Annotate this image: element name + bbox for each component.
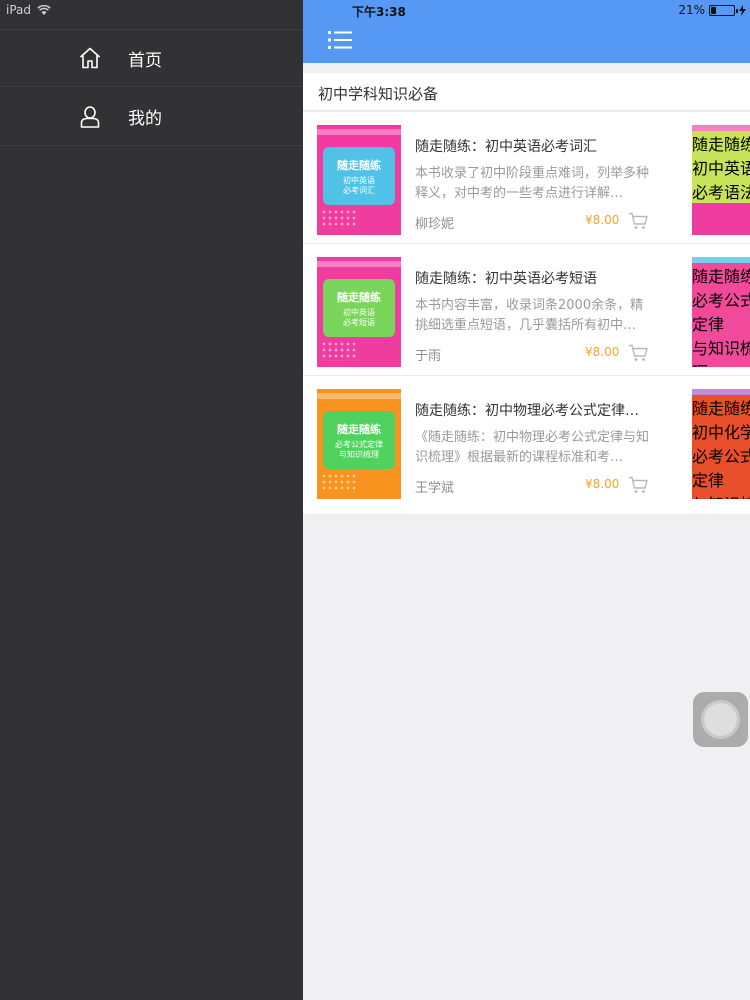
cover-subtitle: 初中化学必考公式定律与知识梳理 bbox=[692, 423, 750, 499]
book-price: ¥8.00 bbox=[585, 345, 620, 359]
cover-title-block: 随走随练初中化学必考公式定律与知识梳理 bbox=[692, 395, 750, 499]
status-time: 下午3:38 bbox=[352, 5, 406, 19]
menu-item-label: 首页 bbox=[128, 50, 162, 71]
book-title[interactable]: 随走随练：初中物理必考公式定律… bbox=[415, 400, 655, 420]
battery-percent: 21% bbox=[678, 3, 705, 17]
cover-subtitle: 初中英语 必考语法 bbox=[692, 159, 750, 202]
book-row[interactable]: 随走随练初中英语 必考词汇 随走随练：初中英语必考词汇 本书收录了初中阶段重点难词… bbox=[303, 112, 750, 244]
cover-subtitle: 必考公式定律与知识梳理 bbox=[335, 439, 383, 459]
cover-subtitle: 初中英语 必考词汇 bbox=[343, 175, 375, 195]
side-menu: 首页 我的 bbox=[0, 0, 303, 1000]
status-bar: iPad 下午3:38 21% bbox=[0, 0, 750, 22]
cart-icon[interactable] bbox=[628, 344, 648, 362]
section-title: 初中学科知识必备 bbox=[318, 85, 439, 103]
book-description: 《随走随练：初中物理必考公式定律与知识梳理》根据最新的课程标准和考… bbox=[415, 430, 649, 465]
book-price: ¥8.00 bbox=[585, 477, 620, 491]
book-author: 王学斌 bbox=[415, 481, 455, 496]
cover-title: 随走随练 bbox=[692, 135, 750, 154]
status-right: 21% bbox=[678, 3, 746, 17]
book-author: 于雨 bbox=[415, 349, 442, 364]
book-cover[interactable]: 随走随练初中英语 必考短语 bbox=[317, 257, 401, 367]
main-panel: 初中学科知识必备 随走随练 初中英语 必考词汇 随走随练：初中英语必考词汇 本书收录… bbox=[303, 0, 750, 1000]
cover-title-block: 随走随练必考公式定律与知识梳理 bbox=[692, 263, 750, 367]
charging-bolt-icon bbox=[739, 4, 746, 16]
book-author: 柳珍妮 bbox=[415, 217, 455, 232]
cover-title-block: 随走随练必考公式定律与知识梳理 bbox=[323, 411, 395, 469]
cover-title: 随走随练 bbox=[692, 267, 750, 286]
battery-fill bbox=[711, 6, 716, 14]
book-cover[interactable]: 随走随练必考公式定律 与知识梳理 bbox=[317, 389, 401, 499]
cover-title-block: 随走随练初中英语 必考语法 bbox=[692, 131, 750, 203]
wifi-icon bbox=[37, 4, 51, 15]
menu-item-mine[interactable]: 我的 bbox=[0, 88, 303, 146]
book-row[interactable]: 随走随练必考公式定律 与知识梳理 随走随练：初中物理必考公式定律… 《随走随练：初… bbox=[303, 376, 750, 514]
cover-subtitle: 必考公式定律与知识梳理 bbox=[692, 291, 750, 367]
cover-top-band bbox=[317, 129, 401, 135]
cover-title: 随走随练 bbox=[337, 158, 381, 172]
cart-icon[interactable] bbox=[628, 212, 648, 230]
book-cover[interactable]: 随走随练初中英语 必考词汇 bbox=[317, 125, 401, 235]
assistive-touch-button[interactable] bbox=[693, 692, 748, 747]
book-title[interactable]: 随走随练：初中英语必考词汇 bbox=[415, 136, 655, 156]
device-label: iPad bbox=[6, 3, 32, 17]
cover-title-block: 随走随练初中英语 必考短语 bbox=[323, 279, 395, 337]
home-icon bbox=[79, 47, 101, 69]
assistive-touch-ring bbox=[704, 703, 737, 736]
book-cover-next[interactable]: 随走随练必考公式定律与知识梳理 bbox=[692, 257, 750, 367]
status-left: iPad bbox=[6, 3, 51, 17]
book-title[interactable]: 随走随练：初中英语必考短语 bbox=[415, 268, 655, 288]
book-row[interactable]: 随走随练初中英语 必考短语 随走随练：初中英语必考短语 本书内容丰富，收录词条20… bbox=[303, 244, 750, 376]
section-header: 初中学科知识必备 bbox=[303, 73, 750, 111]
user-icon bbox=[80, 105, 100, 128]
cover-top-band bbox=[317, 261, 401, 267]
book-cover-next[interactable]: 随走随练初中英语 必考语法 bbox=[692, 125, 750, 235]
book-price: ¥8.00 bbox=[585, 213, 620, 227]
menu-item-label: 我的 bbox=[128, 109, 162, 129]
cover-title: 随走随练 bbox=[692, 399, 750, 418]
list-menu-icon[interactable] bbox=[328, 29, 352, 51]
cover-pattern bbox=[321, 209, 357, 229]
book-cover-next[interactable]: 随走随练初中化学必考公式定律与知识梳理 bbox=[692, 389, 750, 499]
book-description: 本书内容丰富，收录词条2000余条，精挑细选重点短语，几乎囊括所有初中… bbox=[415, 298, 644, 333]
cover-pattern bbox=[321, 473, 357, 493]
book-description: 本书收录了初中阶段重点难词，列举多种释义，对中考的一些考点进行详解… bbox=[415, 166, 649, 201]
cover-top-band bbox=[317, 393, 401, 399]
cover-title-block: 随走随练初中英语 必考词汇 bbox=[323, 147, 395, 205]
cart-icon[interactable] bbox=[628, 476, 648, 494]
cover-pattern bbox=[321, 341, 357, 361]
cover-title: 随走随练 bbox=[337, 422, 381, 436]
battery-icon bbox=[709, 4, 738, 16]
cover-title: 随走随练 bbox=[337, 290, 381, 304]
menu-item-home[interactable]: 首页 bbox=[0, 29, 303, 87]
cover-subtitle: 初中英语 必考短语 bbox=[343, 307, 375, 327]
book-list: 随走随练 初中英语 必考词汇 随走随练：初中英语必考词汇 本书收录了初中阶段重点难词… bbox=[303, 112, 750, 514]
